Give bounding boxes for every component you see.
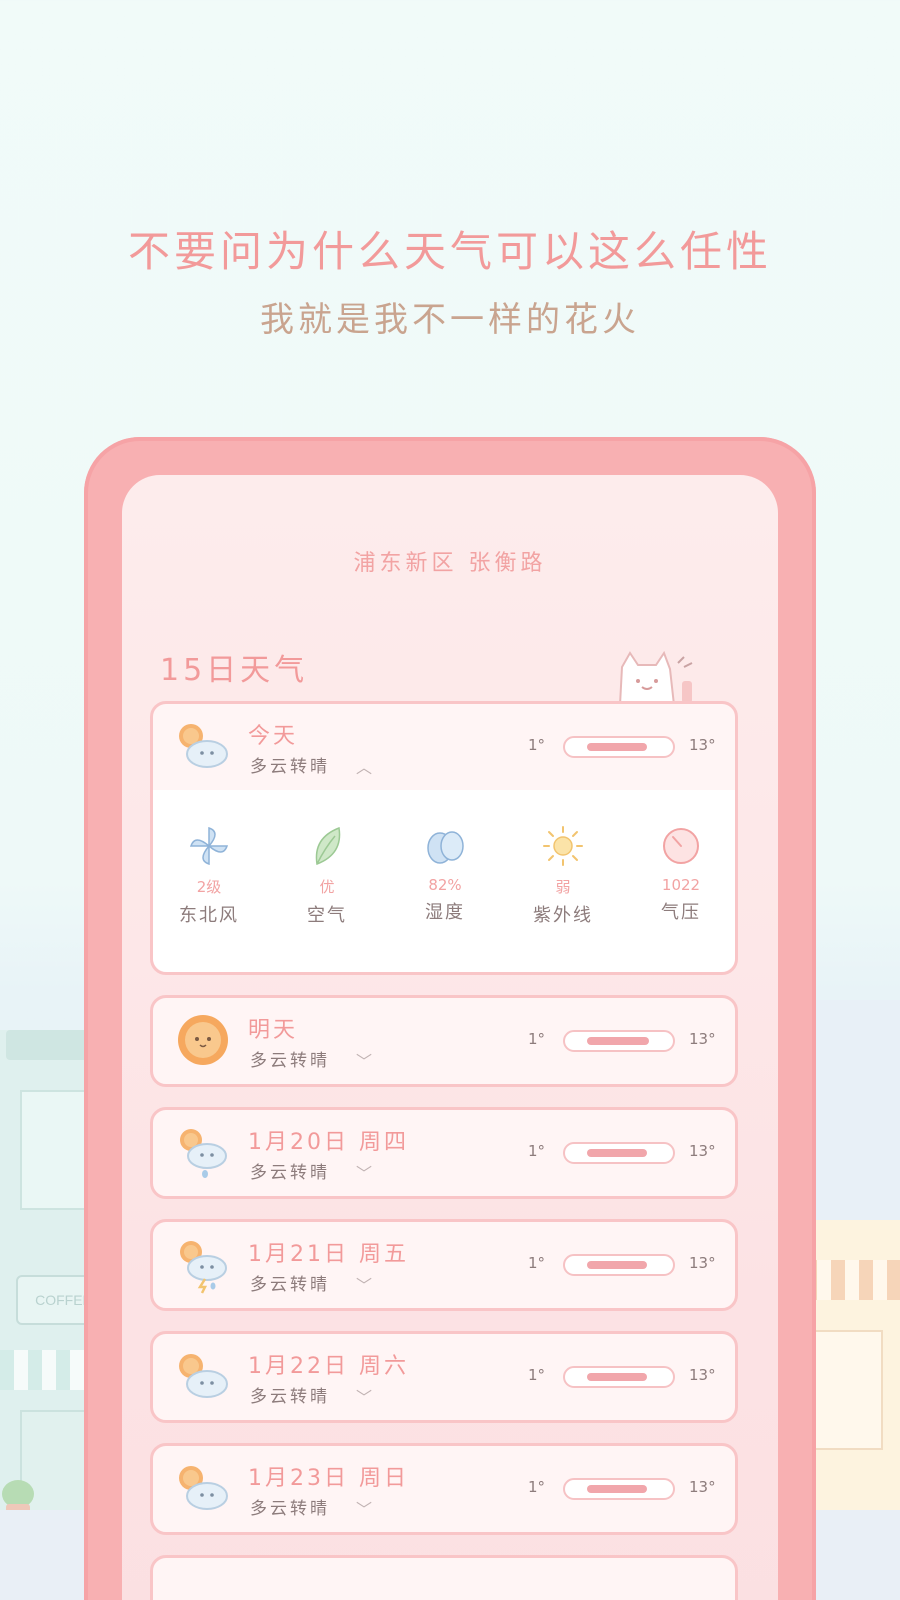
forecast-card-next-partial[interactable]	[150, 1555, 738, 1600]
sun-cloud-icon	[179, 1354, 228, 1398]
temp-low: 1°	[528, 1254, 546, 1272]
condition-label: 多云转晴	[250, 1275, 330, 1295]
temp-high: 13°	[689, 1478, 716, 1496]
humidity-value: 82%	[428, 876, 462, 894]
sun-rays-icon	[543, 826, 583, 866]
temp-high: 13°	[689, 1254, 716, 1272]
condition-label: 多云转晴	[250, 757, 330, 777]
headline-primary: 不要问为什么天气可以这么任性	[127, 227, 772, 276]
temp-low: 1°	[528, 1030, 546, 1048]
detail-wind: 2级 东北风	[159, 824, 259, 927]
forecast-card-today[interactable]: 今天 多云转晴 ︿ 1° 13° 2级 东北风 优 空气 82% 湿度 弱 紫外…	[150, 701, 738, 975]
detail-air: 优 空气	[277, 824, 377, 927]
sun-cloud-thunder-icon	[180, 1241, 227, 1294]
day-label: 1月22日 周六	[248, 1354, 409, 1379]
forecast-card-day4[interactable]: 1月21日 周五 多云转晴 ﹀ 1° 13°	[150, 1219, 738, 1311]
temp-range-bar	[563, 1478, 675, 1500]
forecast-card-day3[interactable]: 1月20日 周四 多云转晴 ﹀ 1° 13°	[150, 1107, 738, 1199]
pressure-label: 气压	[661, 902, 701, 923]
temp-range-bar	[563, 1030, 675, 1052]
temp-high: 13°	[689, 736, 716, 754]
day-label: 1月21日 周五	[248, 1242, 409, 1267]
temp-high: 13°	[689, 1030, 716, 1048]
detail-pressure: 1022 气压	[631, 824, 731, 924]
uv-value: 弱	[555, 878, 571, 896]
chevron-down-icon[interactable]: ﹀	[356, 1496, 372, 1520]
temp-low: 1°	[528, 736, 546, 754]
chevron-down-icon[interactable]: ﹀	[356, 1272, 372, 1296]
forecast-card-day5[interactable]: 1月22日 周六 多云转晴 ﹀ 1° 13°	[150, 1331, 738, 1423]
detail-uv: 弱 紫外线	[513, 824, 613, 927]
condition-label: 多云转晴	[250, 1387, 330, 1407]
condition-label: 多云转晴	[250, 1163, 330, 1183]
temp-low: 1°	[528, 1478, 546, 1496]
detail-humidity: 82% 湿度	[395, 824, 495, 924]
pressure-gauge-icon	[663, 828, 699, 864]
air-label: 空气	[307, 905, 347, 926]
condition-label: 多云转晴	[250, 1051, 330, 1071]
condition-label: 多云转晴	[250, 1499, 330, 1519]
forecast-card-tomorrow[interactable]: 明天 多云转晴 ﹀ 1° 13°	[150, 995, 738, 1087]
temp-high: 13°	[689, 1142, 716, 1160]
sun-cloud-icon	[179, 1466, 228, 1510]
pinwheel-icon	[189, 826, 229, 866]
temp-range-bar	[563, 1142, 675, 1164]
chevron-up-icon[interactable]: ︿	[356, 754, 372, 778]
day-label: 今天	[248, 724, 299, 749]
sun-cloud-icon	[179, 724, 228, 768]
cat-mascot-icon	[618, 650, 693, 705]
day-label: 1月23日 周日	[248, 1466, 409, 1491]
humidity-label: 湿度	[425, 902, 465, 923]
sun-icon	[178, 1015, 228, 1065]
forecast-card-day6[interactable]: 1月23日 周日 多云转晴 ﹀ 1° 13°	[150, 1443, 738, 1535]
phone-screen: 浦东新区 张衡路 15日天气 今天 多云转晴 ︿ 1° 13° 2级 东北风 优…	[122, 475, 778, 1600]
day-label: 1月20日 周四	[248, 1130, 409, 1155]
today-details-panel: 2级 东北风 优 空气 82% 湿度 弱 紫外线 1022 气压	[153, 790, 735, 972]
pressure-value: 1022	[661, 876, 701, 894]
temp-range-bar	[563, 1254, 675, 1276]
sun-cloud-rain-icon	[180, 1129, 227, 1178]
temp-range-bar	[563, 1366, 675, 1388]
temp-low: 1°	[528, 1142, 546, 1160]
forecast-row[interactable]: 今天 多云转晴 ︿ 1° 13°	[153, 704, 735, 790]
chevron-down-icon[interactable]: ﹀	[356, 1160, 372, 1184]
potted-plant-icon	[2, 1480, 34, 1526]
chevron-down-icon[interactable]: ﹀	[356, 1384, 372, 1408]
forecast-title: 15日天气	[160, 653, 309, 688]
day-label: 明天	[248, 1018, 299, 1043]
leaf-icon	[315, 826, 341, 866]
headline-secondary: 我就是我不一样的花火	[260, 300, 640, 340]
wind-label: 东北风	[179, 905, 239, 926]
wind-value: 2级	[196, 878, 222, 896]
temp-range-bar	[563, 736, 675, 758]
location-label[interactable]: 浦东新区 张衡路	[122, 545, 778, 577]
water-drops-icon	[427, 831, 464, 864]
uv-label: 紫外线	[533, 905, 593, 926]
temp-high: 13°	[689, 1366, 716, 1384]
air-value: 优	[319, 878, 335, 896]
chevron-down-icon[interactable]: ﹀	[356, 1048, 372, 1072]
temp-low: 1°	[528, 1366, 546, 1384]
